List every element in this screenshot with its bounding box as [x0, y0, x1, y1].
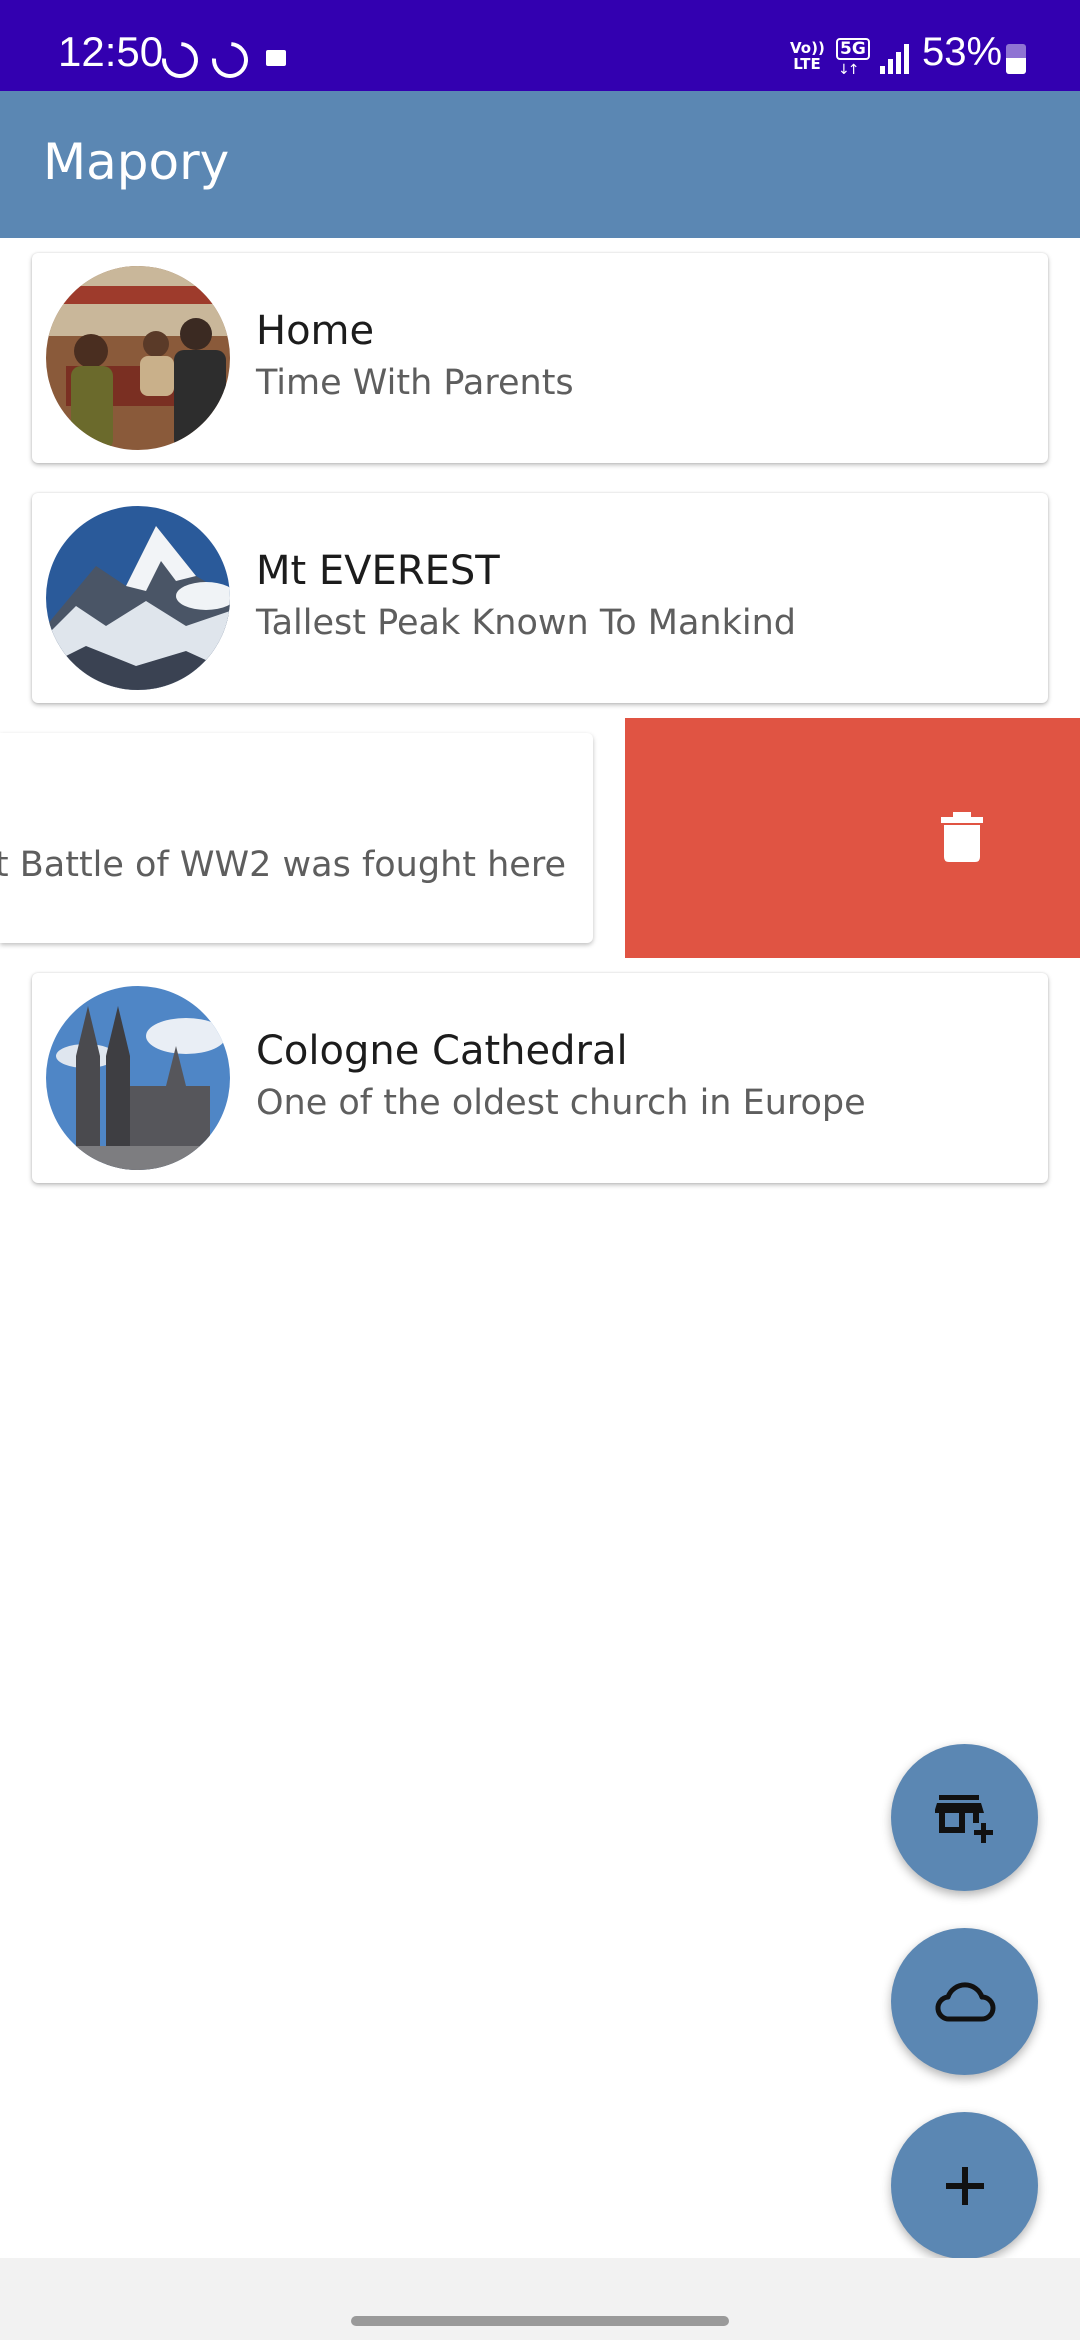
navigation-bar [0, 2258, 1080, 2340]
plus-icon [945, 2166, 984, 2205]
item-subtitle: Time With Parents [256, 363, 574, 403]
item-title: Mt EVEREST [256, 548, 500, 594]
photo-family [46, 266, 230, 450]
add-store-icon [934, 1794, 993, 1843]
item-subtitle: Tallest Peak Known To Mankind [256, 603, 797, 643]
item-title: Cologne Cathedral [256, 1028, 628, 1074]
list-item[interactable]: Cologne Cathedral One of the oldest chur… [32, 973, 1048, 1183]
home-gesture-handle[interactable] [351, 2316, 729, 2326]
trash-icon [941, 812, 983, 862]
cloud-sync-button[interactable] [891, 1928, 1038, 2075]
cloud-icon [934, 1981, 995, 2022]
item-subtitle: One of the oldest church in Europe [256, 1083, 866, 1123]
add-store-button[interactable] [891, 1744, 1038, 1891]
volte-icon: Vo)) LTE [790, 39, 825, 73]
data-arrows-icon: ↓↑ [838, 62, 860, 78]
list-item-swiped[interactable]: ant Battle of WW2 was fought here [0, 733, 593, 943]
add-place-button[interactable] [891, 2112, 1038, 2259]
battery-icon [1006, 44, 1026, 74]
status-bar: 12:50 Vo)) LTE 5G ↓↑ 53% [0, 0, 1080, 91]
status-time: 12:50 [58, 28, 164, 75]
list-item[interactable]: Mt EVEREST Tallest Peak Known To Mankind [32, 493, 1048, 703]
photo-cathedral [46, 986, 230, 1170]
signal-icon [880, 44, 909, 74]
item-title: Home [256, 308, 375, 354]
notification-icon [266, 50, 286, 66]
loading-ring-icon [204, 34, 256, 86]
list-item[interactable]: Home Time With Parents [32, 253, 1048, 463]
battery-percentage: 53% [922, 30, 1003, 74]
app-bar: Mapory [0, 91, 1080, 238]
app-title: Mapory [43, 133, 230, 191]
photo-mountain [46, 506, 230, 690]
5g-icon: 5G [836, 38, 870, 60]
swipe-delete-background[interactable] [625, 718, 1080, 958]
item-subtitle: ant Battle of WW2 was fought here [0, 845, 566, 885]
